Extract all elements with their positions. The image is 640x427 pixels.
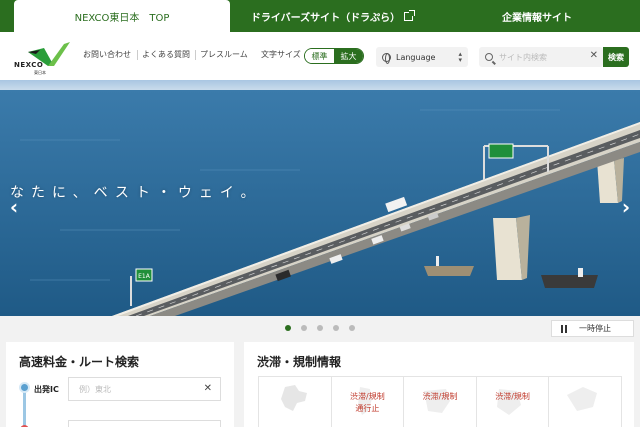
region-cell[interactable] [549, 377, 621, 427]
chevron-updown-icon: ▴ ▾ [458, 50, 462, 64]
region-map-icon [496, 389, 521, 415]
departure-placeholder: 例）東北 [79, 384, 111, 394]
tab-drivers-site-label: ドライバーズサイト（ドラぷら） [250, 12, 401, 24]
region-map-icon [567, 387, 598, 411]
region-cell[interactable]: 渋滞/規制 通行止 [332, 377, 405, 427]
region-map-icon [281, 385, 307, 411]
departure-ic-input[interactable]: 例）東北 ✕ [68, 377, 221, 401]
departure-label: 出発IC [34, 385, 59, 394]
hero-catchphrase: なたに、ベスト・ウェイ。 [10, 185, 262, 201]
traffic-info-panel: 渋滞・規制情報 渋滞/規制 通行止 渋滞/規制 渋滞/規制 [244, 342, 634, 427]
carousel-dot-3[interactable] [317, 325, 323, 331]
globe-icon [382, 52, 391, 64]
close-icon[interactable]: ✕ [590, 50, 598, 61]
tab-corporate-site-label: 企業情報サイト [502, 12, 572, 24]
carousel-indicators: 一時停止 [0, 316, 640, 342]
page: NEXCO東日本 TOP ドライバーズサイト（ドラぷら） 企業情報サイト NEX… [0, 0, 640, 427]
region-warning: 渋滞/規制 [477, 391, 549, 403]
language-label: Language [396, 52, 436, 62]
press-room-link[interactable]: プレスルーム [200, 49, 248, 60]
link-divider [137, 50, 138, 60]
region-warning-line1: 渋滞/規制 [422, 392, 458, 401]
carousel-pause-button[interactable]: 一時停止 [551, 320, 634, 337]
tab-nexco-top[interactable]: NEXCO東日本 TOP [14, 0, 230, 32]
language-select[interactable]: Language ▴ ▾ [376, 47, 468, 67]
departure-marker-icon [19, 382, 30, 393]
chevron-right-icon: › [621, 195, 631, 219]
hero-sign-text: E1A [138, 273, 151, 280]
font-size-standard-button[interactable]: 標準 [305, 49, 334, 63]
pause-icon [561, 324, 567, 333]
route-search-title: 高速料金・ルート検索 [19, 355, 140, 369]
search-icon [485, 53, 493, 61]
region-grid: 渋滞/規制 通行止 渋滞/規制 渋滞/規制 [258, 376, 622, 427]
arrival-ic-input[interactable] [68, 420, 221, 427]
carousel-next-button[interactable]: › [616, 195, 636, 219]
chevron-left-icon: ‹ [9, 195, 19, 219]
region-map-icon [424, 389, 451, 413]
search-input[interactable] [499, 52, 587, 62]
region-cell[interactable] [259, 377, 332, 427]
traffic-info-title: 渋滞・規制情報 [257, 355, 342, 369]
font-size-toggle: 標準 拡大 [304, 48, 364, 64]
external-link-icon [404, 9, 416, 21]
logo-subtext: 東日本 [34, 70, 46, 75]
nexco-logo[interactable]: NEXCO 東日本 [14, 40, 72, 75]
font-size-label: 文字サイズ [261, 50, 301, 59]
route-search-panel: 高速料金・ルート検索 出発IC 例）東北 ✕ [6, 342, 234, 427]
tab-corporate-site[interactable]: 企業情報サイト [434, 0, 640, 32]
carousel-prev-button[interactable]: ‹ [4, 195, 24, 219]
top-tab-bar: NEXCO東日本 TOP ドライバーズサイト（ドラぷら） 企業情報サイト [0, 0, 640, 32]
pause-label: 一時停止 [579, 324, 611, 333]
region-cell[interactable]: 渋滞/規制 [404, 377, 477, 427]
region-warning-line2: 通行止 [355, 404, 380, 413]
carousel-dot-2[interactable] [301, 325, 307, 331]
region-cell[interactable]: 渋滞/規制 [477, 377, 550, 427]
site-header: NEXCO 東日本 お問い合わせ よくある質問 プレスルーム 文字サイズ 標準 … [0, 32, 640, 80]
region-warning-line1: 渋滞/規制 [350, 392, 385, 401]
carousel-dot-1[interactable] [285, 325, 291, 331]
close-icon[interactable]: ✕ [204, 383, 212, 394]
logo-text: NEXCO [14, 61, 44, 69]
font-size-large-button[interactable]: 拡大 [334, 49, 363, 63]
region-warning: 渋滞/規制 通行止 [332, 391, 404, 415]
carousel-dot-5[interactable] [349, 325, 355, 331]
faq-link[interactable]: よくある質問 [142, 49, 190, 60]
link-divider [195, 50, 196, 60]
carousel-dot-4[interactable] [333, 325, 339, 331]
hero-carousel: E1A なたに、ベスト・ウェイ。 ‹ › [0, 80, 640, 316]
tab-nexco-top-label: NEXCO東日本 TOP [74, 12, 170, 24]
region-warning-line1: 渋滞/規制 [495, 392, 530, 401]
site-search-box: ✕ [479, 47, 603, 67]
search-button[interactable]: 検索 [603, 47, 629, 67]
contact-link[interactable]: お問い合わせ [83, 49, 131, 60]
region-warning: 渋滞/規制 [404, 391, 476, 403]
tab-drivers-site[interactable]: ドライバーズサイト（ドラぷら） [230, 0, 434, 32]
